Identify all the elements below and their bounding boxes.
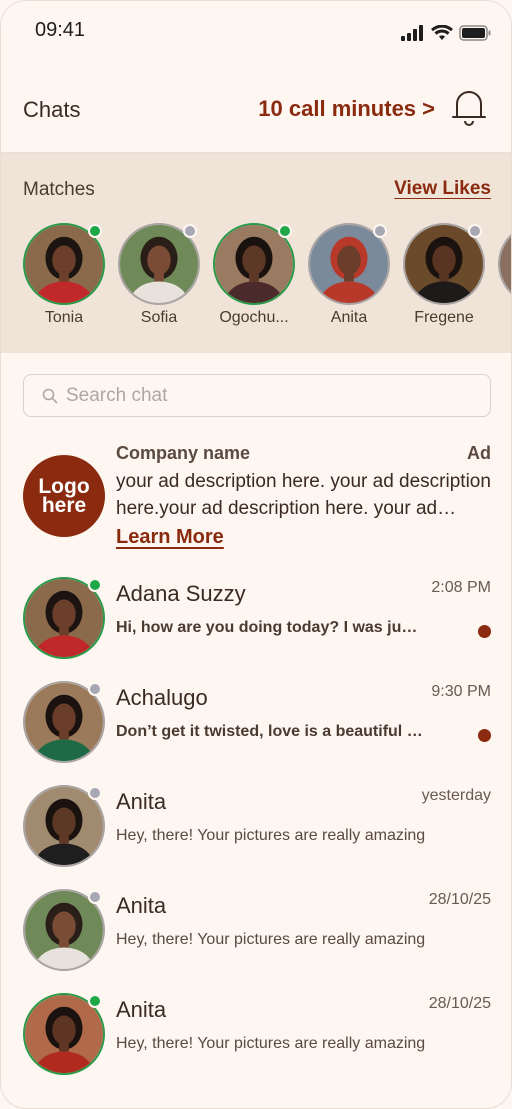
presence-indicator: [373, 224, 387, 238]
chat-preview: Don’t get it twisted, love is a beautifu…: [116, 723, 426, 740]
search-icon: [42, 388, 58, 403]
match-item[interactable]: Ad: [498, 223, 511, 327]
chat-preview: Hey, there! Your pictures are really ama…: [116, 931, 426, 948]
avatar: [23, 223, 105, 305]
unread-indicator: [478, 625, 491, 638]
match-name: Sofia: [140, 309, 178, 326]
presence-indicator: [88, 786, 102, 800]
learn-more-link[interactable]: Learn More: [116, 526, 224, 549]
avatar-frame: [498, 223, 511, 305]
chat-time: 28/10/25: [428, 891, 491, 908]
chat-name: Anita: [116, 789, 167, 814]
match-item[interactable]: Fregene: [403, 223, 485, 327]
avatar: [213, 223, 295, 305]
matches-section: Matches View Likes Tonia Sofia Ogochu... An…: [1, 153, 511, 353]
presence-indicator: [183, 224, 197, 238]
match-item[interactable]: Tonia: [23, 223, 105, 327]
search-bar[interactable]: [23, 374, 491, 417]
avatar: [23, 681, 105, 763]
chat-row[interactable]: Anita 28/10/25 Hey, there! Your pictures a…: [1, 983, 511, 1087]
status-time: 09:41: [35, 19, 86, 41]
chat-time: 9:30 PM: [431, 683, 491, 700]
match-item[interactable]: Anita: [308, 223, 390, 327]
status-icons: [401, 25, 491, 41]
chat-row[interactable]: Achalugo 9:30 PM Don’t get it twisted, lov…: [1, 671, 511, 775]
chat-name: Anita: [116, 893, 167, 918]
avatar: [23, 889, 105, 971]
avatar: [23, 577, 105, 659]
avatar: [23, 993, 105, 1075]
presence-indicator: [88, 578, 102, 592]
chat-name: Anita: [116, 997, 167, 1022]
presence-indicator: [468, 224, 482, 238]
avatar: [403, 223, 485, 305]
page-title: Chats: [23, 97, 81, 122]
match-item[interactable]: Sofia: [118, 223, 200, 327]
avatar-photo: [500, 225, 511, 303]
unread-indicator: [478, 729, 491, 742]
ad-badge: Ad: [467, 443, 491, 463]
chat-name: Achalugo: [116, 685, 208, 710]
chats-screen: 09:41 Chats 10 call minutes > Matches Vi…: [0, 0, 512, 1109]
ad-description: your ad description here. your ad descri…: [116, 471, 491, 519]
wifi-icon: [431, 25, 453, 40]
ad-company-name: Company name: [116, 443, 251, 463]
presence-indicator: [88, 890, 102, 904]
chat-time: 2:08 PM: [431, 579, 491, 596]
chat-preview: Hi, how are you doing today? I was just …: [116, 619, 426, 636]
presence-indicator: [88, 224, 102, 238]
match-name: Fregene: [414, 309, 474, 326]
avatar: [23, 785, 105, 867]
view-likes-link[interactable]: View Likes: [394, 178, 491, 200]
match-name: Tonia: [44, 309, 84, 326]
chat-preview: Hey, there! Your pictures are really ama…: [116, 1035, 426, 1052]
presence-indicator: [88, 682, 102, 696]
presence-indicator: [278, 224, 292, 238]
avatar: [118, 223, 200, 305]
sponsored-ad[interactable]: Logo here Company name Ad your ad descri…: [1, 437, 511, 557]
signal-icon: [401, 25, 423, 41]
call-minutes-link[interactable]: 10 call minutes >: [258, 96, 435, 122]
match-name: Ogochu...: [219, 309, 289, 326]
match-item[interactable]: Ogochu...: [213, 223, 295, 327]
ad-logo-line2: here: [41, 494, 87, 517]
chat-preview: Hey, there! Your pictures are really ama…: [116, 827, 426, 844]
avatar: [308, 223, 390, 305]
match-name: Anita: [330, 309, 368, 326]
ad-logo: Logo here: [23, 455, 105, 537]
presence-indicator: [88, 994, 102, 1008]
avatar: [498, 223, 511, 305]
chat-time: yesterday: [421, 787, 491, 804]
chat-row[interactable]: Anita yesterday Hey, there! Your pictures …: [1, 775, 511, 879]
chat-time: 28/10/25: [428, 995, 491, 1012]
status-bar: 09:41: [1, 1, 511, 63]
chat-name: Adana Suzzy: [116, 581, 246, 606]
battery-icon: [459, 25, 491, 41]
matches-title: Matches: [23, 179, 95, 200]
search-input[interactable]: [66, 384, 466, 407]
match-strip: Tonia Sofia Ogochu... Anita Fregene Ad: [23, 223, 511, 327]
match-name: Ad: [498, 309, 511, 327]
bell-icon[interactable]: [451, 87, 487, 127]
chat-row[interactable]: Anita 28/10/25 Hey, there! Your pictures a…: [1, 879, 511, 983]
chat-row[interactable]: Adana Suzzy 2:08 PM Hi, how are you doing …: [1, 567, 511, 671]
header: Chats 10 call minutes >: [1, 63, 511, 153]
